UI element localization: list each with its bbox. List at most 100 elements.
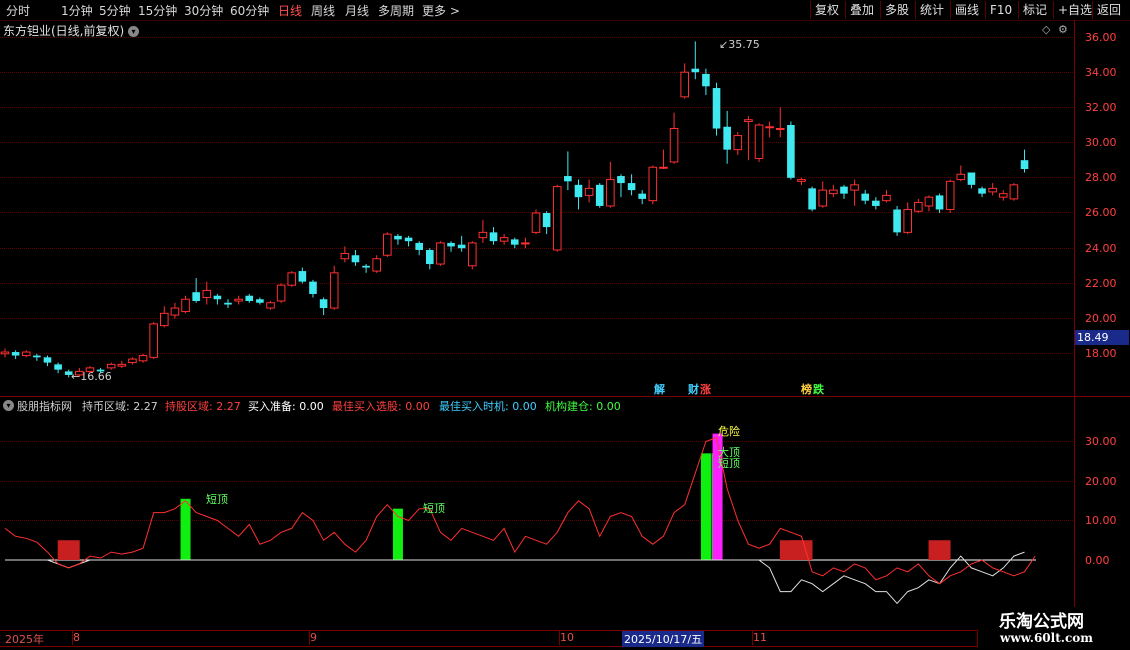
candle-body <box>287 272 297 286</box>
period-tab-multi[interactable]: 多周期 <box>378 2 414 19</box>
candle <box>967 172 976 189</box>
candle <box>96 367 105 374</box>
time-tick <box>72 631 73 645</box>
candle <box>160 306 169 328</box>
candle <box>861 190 870 205</box>
candle <box>298 267 307 284</box>
period-toolbar: 分时 1分钟 5分钟 15分钟 30分钟 60分钟 日线 周线 月线 多周期 更… <box>0 0 1130 21</box>
candle-body <box>893 209 901 233</box>
candle <box>467 241 477 270</box>
candle-body <box>840 186 848 194</box>
period-tab-weekly[interactable]: 周线 <box>311 2 335 19</box>
candle <box>138 353 148 363</box>
date-label: 2025年 <box>5 633 44 646</box>
event-marker-zhang[interactable]: 涨 <box>700 381 711 397</box>
y-tick: 10.00 <box>1085 514 1117 527</box>
event-marker-cai[interactable]: 财 <box>688 381 699 397</box>
candle <box>404 235 413 247</box>
candle <box>935 193 944 213</box>
candle <box>266 301 275 310</box>
candle-body <box>256 299 264 303</box>
candle-body <box>75 370 84 376</box>
candle <box>1009 183 1019 201</box>
candle-body <box>723 126 731 150</box>
candle-body <box>967 172 976 185</box>
candlestick-chart <box>0 41 1029 378</box>
candle <box>329 265 339 310</box>
candle <box>0 348 10 358</box>
short-top-label: 短顶 <box>206 493 228 506</box>
candle <box>606 161 615 208</box>
candle <box>744 116 753 161</box>
candle <box>818 181 828 208</box>
y-tick: 30.00 <box>1085 435 1117 448</box>
candle <box>128 357 137 365</box>
candle-body <box>861 193 870 201</box>
y-tick: 32.00 <box>1085 101 1117 114</box>
candle-body <box>96 369 105 372</box>
buy-prep-bar <box>928 540 951 560</box>
candle <box>43 355 52 367</box>
candle-body <box>595 184 604 206</box>
candle <box>117 360 127 368</box>
candle-body <box>138 355 148 362</box>
short-top-label: 短顶 <box>423 502 445 515</box>
y-tick: 34.00 <box>1085 66 1117 79</box>
event-marker-bang[interactable]: 榜 <box>801 381 812 397</box>
candle <box>978 186 986 198</box>
candle-body <box>542 213 551 228</box>
back-button[interactable]: 返回 <box>1092 1 1125 19</box>
short-top-label: 短顶 <box>718 457 740 470</box>
candle <box>436 241 445 266</box>
candle-body <box>744 119 753 122</box>
candle-body <box>266 302 275 309</box>
overlay-button[interactable]: 叠加 <box>845 1 878 19</box>
candle <box>319 297 328 316</box>
candle <box>638 190 646 205</box>
candle <box>564 151 572 191</box>
multi-stock-button[interactable]: 多股 <box>880 1 913 19</box>
candle-body <box>170 307 180 316</box>
candle <box>808 186 816 212</box>
candle-body <box>33 355 41 358</box>
candle <box>499 234 509 245</box>
period-tab-15min[interactable]: 15分钟 <box>138 2 177 19</box>
period-tab-5min[interactable]: 5分钟 <box>99 2 131 19</box>
stats-button[interactable]: 统计 <box>915 1 948 19</box>
cursor-date-label: 2025/10/17/五 <box>622 631 705 647</box>
candle <box>691 41 700 80</box>
candle <box>659 149 668 169</box>
period-tab-monthly[interactable]: 月线 <box>345 2 369 19</box>
candle-body <box>394 235 402 240</box>
candle-body <box>978 188 986 194</box>
y-tick: 0.00 <box>1085 554 1110 567</box>
candle-body <box>64 371 73 375</box>
y-tick: 36.00 <box>1085 31 1117 44</box>
candle-body <box>998 193 1008 198</box>
period-tab-more[interactable]: 更多 > <box>422 2 460 19</box>
candle-body <box>192 292 200 301</box>
mark-button[interactable]: 标记 <box>1018 1 1051 19</box>
period-tab-30min[interactable]: 30分钟 <box>184 2 223 19</box>
event-marker-jie[interactable]: 解 <box>654 381 665 397</box>
period-tab-1min[interactable]: 1分钟 <box>61 2 93 19</box>
candle <box>106 362 116 370</box>
fuquan-button[interactable]: 复权 <box>810 1 843 19</box>
candle <box>552 184 562 252</box>
candle-body <box>478 231 488 239</box>
candle-body <box>202 289 212 298</box>
period-tab-daily[interactable]: 日线 <box>278 2 302 19</box>
event-marker-die[interactable]: 跌 <box>813 381 824 397</box>
date-label: 9 <box>310 631 317 644</box>
period-tab-60min[interactable]: 60分钟 <box>230 2 269 19</box>
period-tab-fenshi[interactable]: 分时 <box>6 2 30 19</box>
add-watchlist-button[interactable]: +自选 <box>1053 1 1096 19</box>
candle <box>202 281 212 305</box>
draw-line-button[interactable]: 画线 <box>950 1 983 19</box>
candle-body <box>404 237 413 242</box>
candle-body <box>340 252 350 260</box>
f10-button[interactable]: F10 <box>985 1 1016 19</box>
candle-body <box>702 73 710 87</box>
candle-body <box>680 71 689 98</box>
candle-body <box>606 179 615 207</box>
